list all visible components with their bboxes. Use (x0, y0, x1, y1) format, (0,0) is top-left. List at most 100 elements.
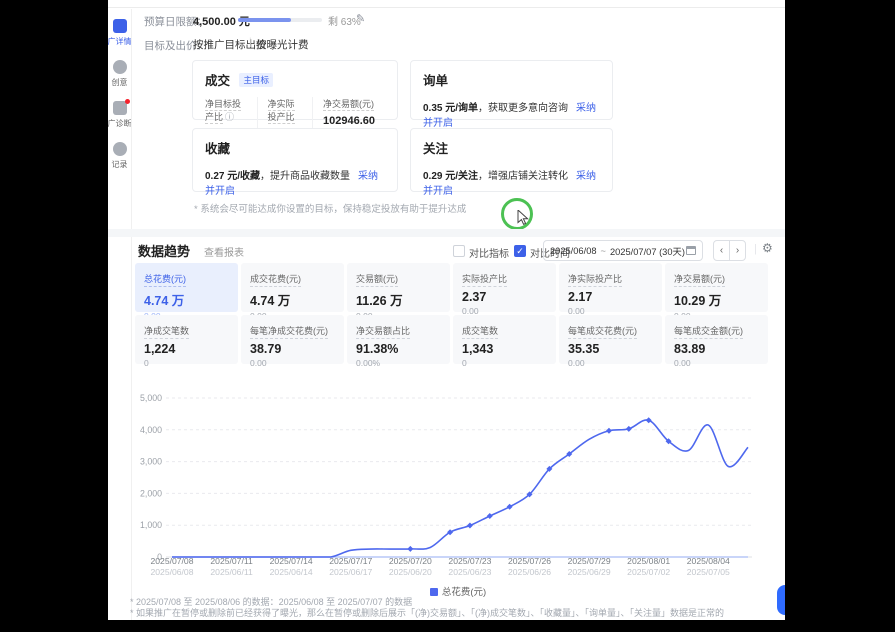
info-icon[interactable]: ⓘ (225, 112, 234, 122)
metric-value: 38.79 (250, 342, 335, 356)
promotion-detail-icon (113, 19, 127, 33)
trend-metric-card-9[interactable]: 成交笔数1,3430 (453, 315, 556, 364)
trend-line-chart: 01,0002,0003,0004,0005,0002025/07/082025… (138, 386, 778, 586)
svg-text:2025/06/17: 2025/06/17 (329, 567, 372, 577)
metric-label: 净实际投产比 (268, 99, 295, 124)
metric-value: 1,224 (144, 342, 229, 356)
trend-metric-card-0[interactable]: 总花费(元)4.74 万0.00 (135, 263, 238, 312)
trend-metric-card-7[interactable]: 每笔净成交花费(元)38.790.00 (241, 315, 344, 364)
trend-chart-container: 01,0002,0003,0004,0005,0002025/07/082025… (138, 386, 778, 586)
metric-value: 102946.60 (323, 115, 375, 127)
creative-icon (113, 60, 127, 74)
record-icon (113, 142, 127, 156)
favorite-price: 0.27 元/收藏 (205, 171, 260, 182)
svg-text:1,000: 1,000 (140, 520, 162, 530)
screen: 广详情创意广诊断记录 预算日限额： 4,500.00 元 剩 63% ✎ 目标及… (0, 0, 895, 632)
prev-period-button[interactable]: ‹ (713, 240, 730, 261)
sidebar-item-label: 记录 (112, 159, 128, 170)
metric-label: 净交易额占比 (356, 324, 410, 339)
deal-title: 成交 (205, 70, 230, 89)
trend-metric-card-6[interactable]: 净成交笔数1,2240 (135, 315, 238, 364)
compare-metric-checkbox[interactable] (453, 245, 465, 257)
svg-text:5,000: 5,000 (140, 393, 162, 403)
legend-label: 总花费(元) (442, 587, 486, 598)
trend-metric-card-10[interactable]: 每笔成交花费(元)35.350.00 (559, 315, 662, 364)
sidebar-rail: 广详情创意广诊断记录 (108, 9, 132, 620)
svg-text:2025/06/20: 2025/06/20 (389, 567, 432, 577)
trend-metric-card-5[interactable]: 净交易额(元)10.29 万0.00 (665, 263, 768, 312)
trend-metric-card-2[interactable]: 交易额(元)11.26 万0.00 (347, 263, 450, 312)
compare-metric-label[interactable]: 对比指标 (469, 245, 509, 260)
view-report-link[interactable]: 查看报表 (204, 244, 244, 259)
settings-gear-icon[interactable]: ⚙ (762, 241, 773, 255)
header-divider: | (754, 243, 757, 255)
metric-compare-value: 0.00 (674, 358, 759, 368)
favorite-desc: ，提升商品收藏数量 (260, 171, 350, 182)
date-separator: ~ (601, 246, 606, 256)
sidebar-item-0[interactable]: 广详情 (108, 19, 131, 47)
metric-label: 每笔净成交花费(元) (250, 324, 328, 339)
goal-card-favorite: 收藏 0.27 元/收藏，提升商品收藏数量采纳并开启 (192, 128, 398, 192)
metric-value: 11.26 万 (356, 290, 441, 309)
compare-time-checkbox[interactable]: ✓ (514, 245, 526, 257)
metric-value: 83.89 (674, 342, 759, 356)
floating-side-button[interactable] (777, 585, 785, 615)
svg-text:2025/07/05: 2025/07/05 (687, 567, 730, 577)
metric-value: 4.74 万 (250, 290, 335, 309)
metric-compare-value: 0 (462, 358, 547, 368)
svg-text:2025/06/26: 2025/06/26 (508, 567, 551, 577)
chart-note-2: * 如果推广在暂停或删除前已经获得了曝光，那么在暂停或删除后展示「(净)交易额」… (130, 606, 724, 619)
metric-value: 1,343 (462, 342, 547, 356)
section-divider (108, 229, 785, 237)
date-range-picker[interactable]: 2025/06/08 ~ 2025/07/07 (30天) (543, 240, 703, 261)
sidebar-item-2[interactable]: 广诊断 (108, 101, 131, 129)
letterbox-left (0, 0, 108, 632)
sidebar-item-label: 广诊断 (108, 118, 132, 129)
metric-label: 净实际投产比 (568, 272, 622, 287)
trend-metric-card-8[interactable]: 净交易额占比91.38%0.00% (347, 315, 450, 364)
svg-text:2025/06/14: 2025/06/14 (270, 567, 313, 577)
calendar-icon (686, 246, 696, 255)
budget-edit-icon[interactable]: ✎ (356, 12, 365, 25)
diagnose-icon (113, 101, 127, 115)
metric-compare-value: 0.00 (250, 358, 335, 368)
metric-label: 净成交笔数 (144, 324, 189, 339)
trend-title: 数据趋势 (138, 241, 190, 260)
next-period-button[interactable]: › (729, 240, 746, 261)
goal-option-divider: | (249, 37, 252, 48)
alert-dot (125, 99, 130, 104)
metric-value: 2.37 (462, 290, 547, 304)
metric-label: 净交易额(元) (323, 99, 374, 111)
metric-label: 总花费(元) (144, 272, 186, 287)
goal-card-deal: 成交 主目标 净目标投产比ⓘ 2.45✎ 净实际投产比 2.17 净交易额(元)… (192, 60, 398, 120)
goal-note: * 系统会尽可能达成你设置的目标，保持稳定投放有助于提升达成 (194, 201, 466, 215)
letterbox-bottom (108, 620, 785, 632)
budget-progress-fill (238, 18, 291, 22)
trend-metric-card-11[interactable]: 每笔成交金额(元)83.890.00 (665, 315, 768, 364)
follow-price: 0.29 元/关注 (423, 171, 478, 182)
top-border (108, 0, 785, 8)
trend-metric-grid: 总花费(元)4.74 万0.00成交花费(元)4.74 万0.00交易额(元)1… (135, 263, 768, 364)
metric-value: 35.35 (568, 342, 653, 356)
svg-text:4,000: 4,000 (140, 425, 162, 435)
svg-text:3,000: 3,000 (140, 457, 162, 467)
metric-label: 交易额(元) (356, 272, 398, 287)
metric-compare-value: 0 (144, 358, 229, 368)
goal-card-follow: 关注 0.29 元/关注，增强店铺关注转化采纳并开启 (410, 128, 613, 192)
trend-metric-card-4[interactable]: 净实际投产比2.170.00 (559, 263, 662, 312)
trend-metric-card-3[interactable]: 实际投产比2.370.00 (453, 263, 556, 312)
metric-label: 成交花费(元) (250, 272, 301, 287)
main-goal-badge: 主目标 (239, 73, 273, 87)
click-indicator-ring (501, 198, 533, 230)
metric-value: 4.74 万 (144, 290, 229, 309)
date-start: 2025/06/08 (550, 246, 597, 256)
svg-text:2025/07/02: 2025/07/02 (627, 567, 670, 577)
sidebar-item-3[interactable]: 记录 (108, 142, 131, 170)
metric-value: 2.17 (568, 290, 653, 304)
metric-label: 每笔成交金额(元) (674, 324, 743, 339)
inquiry-desc: ，获取更多意向咨询 (478, 103, 568, 114)
sidebar-item-1[interactable]: 创意 (108, 60, 131, 88)
trend-metric-card-1[interactable]: 成交花费(元)4.74 万0.00 (241, 263, 344, 312)
goal-option-exposure[interactable]: 按曝光计费 (256, 37, 309, 52)
letterbox-right (785, 0, 895, 632)
